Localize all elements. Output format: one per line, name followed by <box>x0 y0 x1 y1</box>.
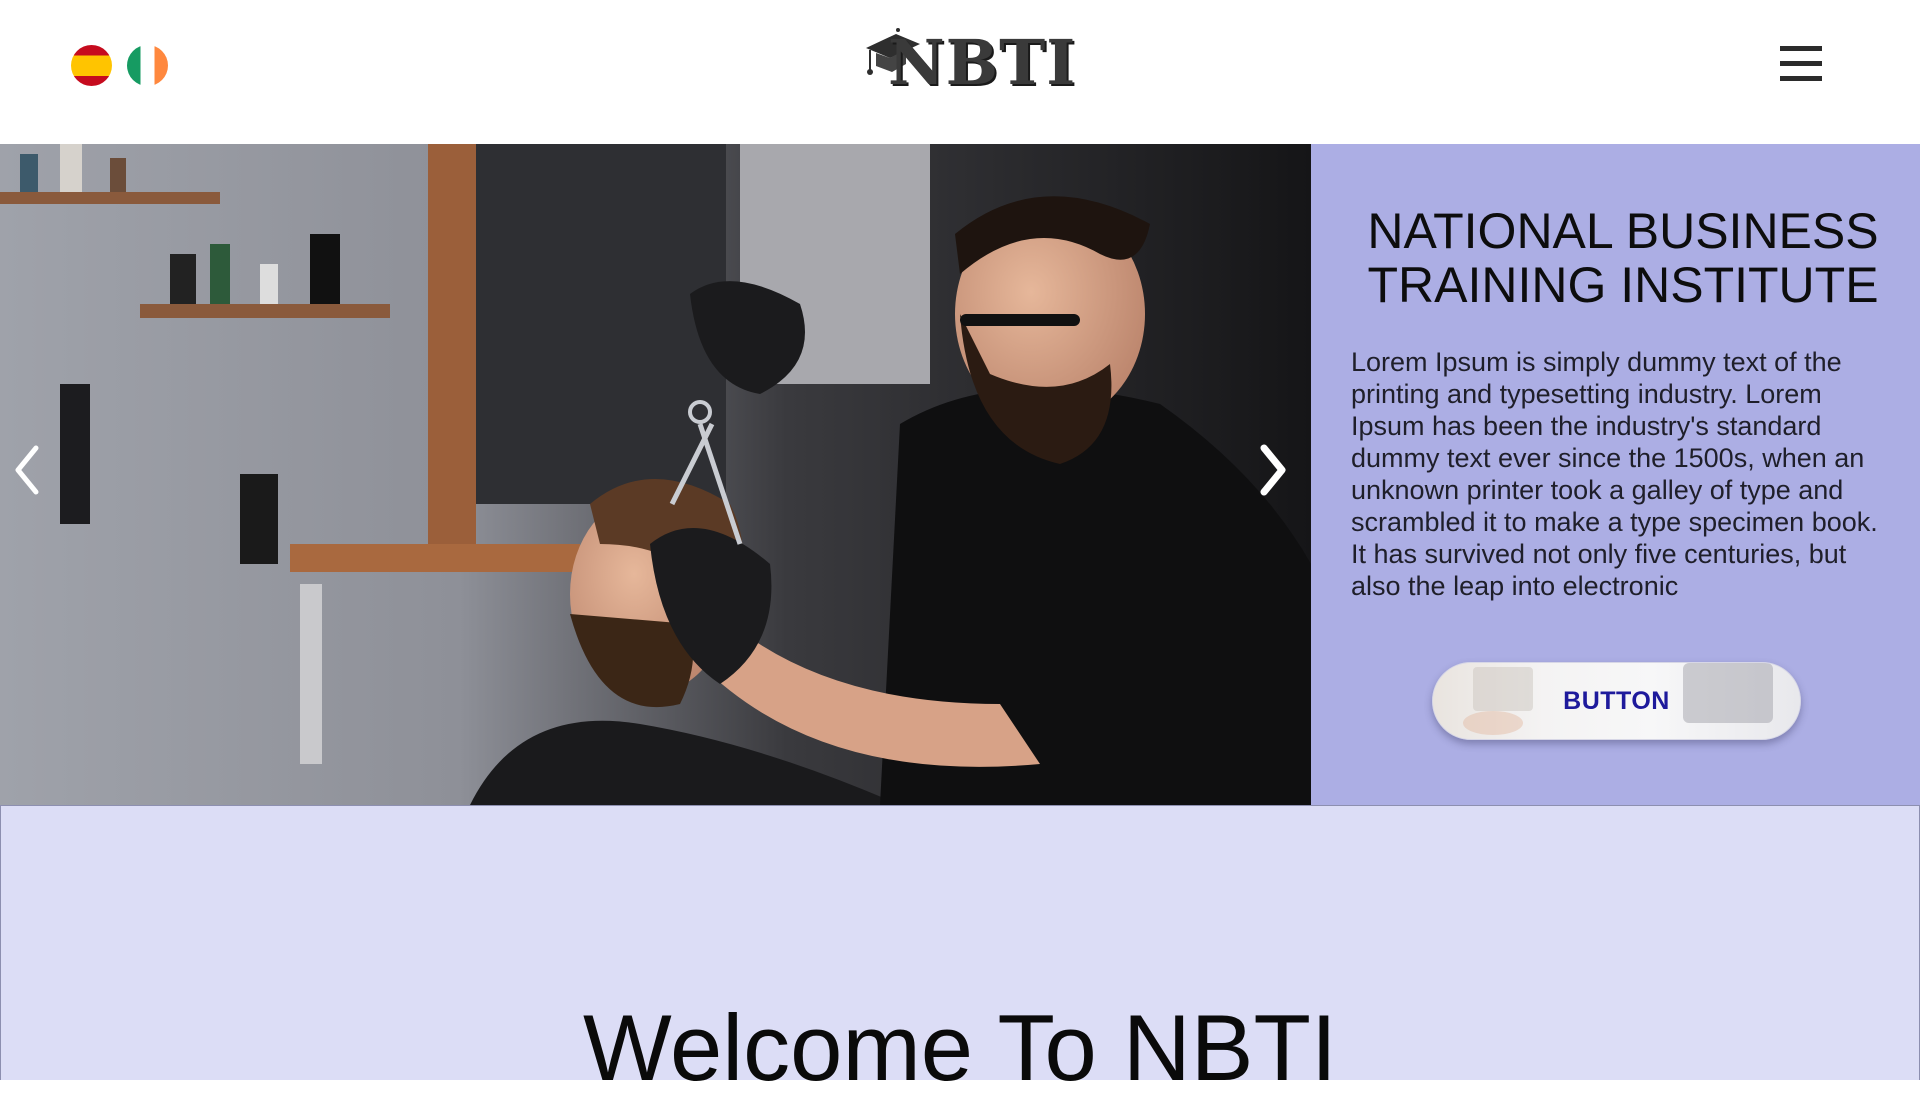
hero-slide-image <box>0 144 1311 805</box>
hero-info-panel: NATIONAL BUSINESS TRAINING INSTITUTE Lor… <box>1311 144 1920 805</box>
site-header: NBTI <box>0 0 1920 144</box>
welcome-title: Welcome To NBTI <box>583 995 1337 1100</box>
barber-cutting-hair-photo <box>0 144 1311 805</box>
chevron-right-icon[interactable] <box>1250 440 1294 500</box>
welcome-section: Welcome To NBTI <box>0 805 1920 1098</box>
hero-description: Lorem Ipsum is simply dummy text of the … <box>1351 347 1878 601</box>
logo-text: NBTI <box>888 26 1077 99</box>
site-logo[interactable]: NBTI <box>862 18 1075 102</box>
spain-flag-icon[interactable] <box>71 45 112 86</box>
chevron-left-icon[interactable] <box>6 440 50 500</box>
ireland-flag-icon[interactable] <box>127 45 168 86</box>
hero-button-label: BUTTON <box>1563 686 1670 715</box>
hero-cta-button[interactable]: BUTTON <box>1432 662 1801 740</box>
hero-title: NATIONAL BUSINESS TRAINING INSTITUTE <box>1367 203 1879 313</box>
hamburger-menu-icon[interactable] <box>1780 46 1822 82</box>
